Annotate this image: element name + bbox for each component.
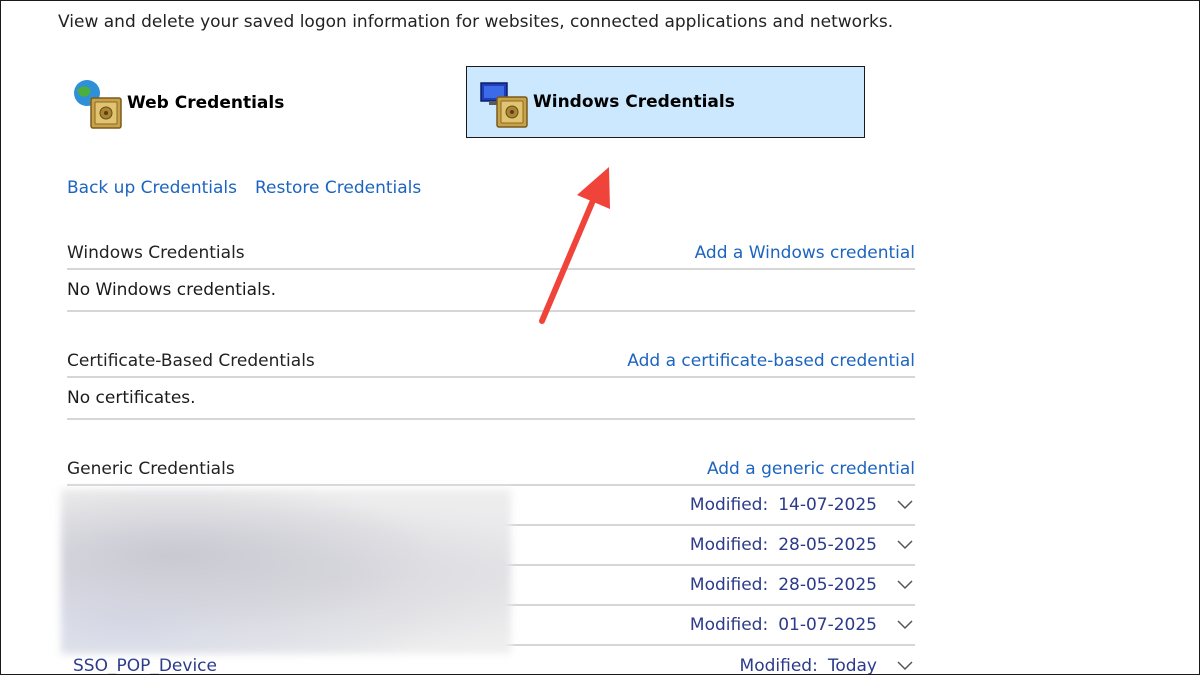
certificate-credentials-section: Certificate-Based Credentials Add a cert… [67,345,915,420]
chevron-down-icon[interactable] [897,580,913,590]
modified-date: 14-07-2025 [778,495,877,515]
modified-label: Modified: [739,656,818,675]
chevron-down-icon[interactable] [897,661,913,671]
empty-text: No Windows credentials. [67,280,277,300]
intro-text: View and delete your saved logon informa… [58,12,894,32]
modified-date: 28-05-2025 [778,535,877,555]
windows-credentials-header: Windows Credentials Add a Windows creden… [67,237,915,270]
add-windows-credential-link[interactable]: Add a Windows credential [695,243,915,263]
modified-label: Modified: [689,615,769,635]
windows-credentials-tile[interactable]: Windows Credentials [466,66,865,138]
add-generic-credential-link[interactable]: Add a generic credential [707,459,915,479]
chevron-down-icon[interactable] [897,620,913,630]
certificate-credentials-header: Certificate-Based Credentials Add a cert… [67,345,915,378]
add-certificate-credential-link[interactable]: Add a certificate-based credential [627,351,915,371]
chevron-down-icon[interactable] [897,500,913,510]
globe-vault-icon [74,80,122,129]
modified-label: Modified: [689,575,769,595]
windows-credentials-section: Windows Credentials Add a Windows creden… [67,237,915,312]
chevron-down-icon[interactable] [897,540,913,550]
credential-name: SSO_POP_Device [73,656,217,675]
computer-vault-icon [480,82,528,128]
modified-info: Modified: 28-05-2025 [690,575,877,595]
backup-restore-links: Back up Credentials Restore Credentials [67,178,421,198]
section-title: Certificate-Based Credentials [67,350,315,371]
modified-label: Modified: [689,535,769,555]
windows-credentials-label: Windows Credentials [533,92,735,112]
web-credentials-label: Web Credentials [127,93,285,113]
windows-credentials-empty: No Windows credentials. [67,270,915,312]
certificate-credentials-empty: No certificates. [67,378,915,420]
section-title: Windows Credentials [67,242,245,263]
modified-info: Modified: 14-07-2025 [690,495,877,515]
empty-text: No certificates. [67,388,196,408]
modified-info: Modified: Today [739,656,877,675]
backup-credentials-link[interactable]: Back up Credentials [67,178,237,198]
modified-date: 01-07-2025 [778,615,877,635]
modified-label: Modified: [689,495,769,515]
restore-credentials-link[interactable]: Restore Credentials [255,178,421,198]
redacted-credential-names [61,489,511,654]
modified-date: 28-05-2025 [778,575,877,595]
generic-credentials-header: Generic Credentials Add a generic creden… [67,453,915,486]
credential-manager-window: View and delete your saved logon informa… [0,0,1200,675]
modified-info: Modified: 28-05-2025 [690,535,877,555]
web-credentials-tile[interactable]: Web Credentials [71,74,451,132]
modified-date: Today [827,656,877,675]
section-title: Generic Credentials [67,458,235,479]
modified-info: Modified: 01-07-2025 [690,615,877,635]
